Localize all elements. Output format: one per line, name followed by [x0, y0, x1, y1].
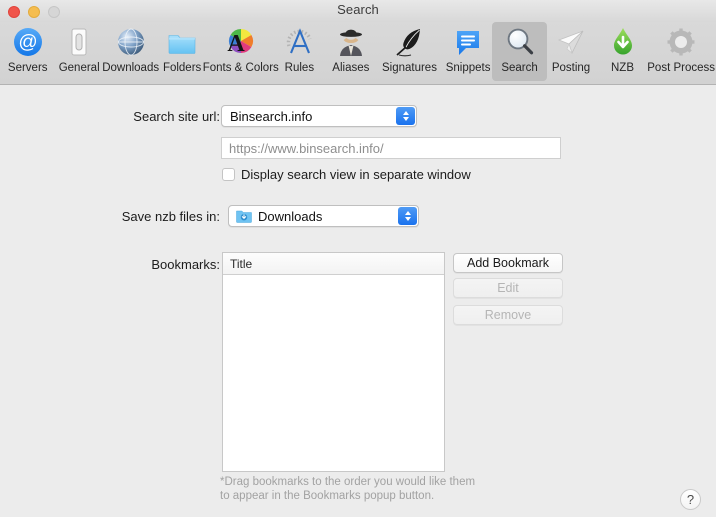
toolbar-item-label: Servers — [7, 62, 48, 74]
ruler-protractor-icon — [282, 25, 316, 59]
toolbar-item-signatures[interactable]: Signatures — [375, 22, 445, 81]
toolbar-item-nzb[interactable]: NZB — [595, 22, 650, 81]
font-color-wheel-icon: A — [224, 25, 258, 59]
search-url-input[interactable]: https://www.binsearch.info/ — [221, 137, 561, 159]
chevron-updown-icon — [396, 107, 415, 125]
add-bookmark-button[interactable]: Add Bookmark — [453, 253, 563, 273]
toolbar-item-label: Folders — [162, 62, 202, 74]
toolbar-item-general[interactable]: General — [51, 22, 106, 81]
preferences-toolbar: @ Servers General Downloads Folders A Fo… — [0, 22, 716, 85]
toolbar-item-label: NZB — [611, 62, 634, 74]
at-sign-icon: @ — [11, 25, 45, 59]
bookmarks-hint-text: *Drag bookmarks to the order you would l… — [220, 476, 476, 502]
toolbar-item-post-process[interactable]: Post Process — [646, 22, 716, 81]
paper-plane-icon — [554, 25, 588, 59]
save-nzb-folder-value: Downloads — [258, 208, 323, 224]
toolbar-item-fonts-colors[interactable]: A Fonts & Colors — [202, 22, 279, 81]
bookmarks-column-title: Title — [230, 256, 253, 271]
toolbar-item-label: Posting — [551, 62, 591, 74]
toolbar-item-label: General — [58, 62, 100, 74]
toolbar-item-label: Fonts & Colors — [202, 62, 279, 74]
toolbar-item-rules[interactable]: Rules — [272, 22, 327, 81]
title-bar: Search — [0, 0, 716, 22]
search-preferences-pane: Search site url: Binsearch.info https://… — [0, 85, 716, 517]
svg-text:@: @ — [18, 32, 37, 53]
remove-bookmark-button: Remove — [453, 305, 563, 325]
bookmarks-table-header: Title — [223, 253, 444, 275]
display-separate-window-label: Display search view in separate window — [241, 167, 471, 182]
save-nzb-folder-popup[interactable]: Downloads — [228, 205, 419, 227]
folder-icon — [165, 25, 199, 59]
toolbar-item-label: Aliases — [332, 62, 370, 74]
magnifying-glass-icon — [503, 25, 537, 59]
toolbar-item-label: Search — [501, 62, 538, 74]
search-site-url-popup[interactable]: Binsearch.info — [221, 105, 417, 127]
speech-bubble-icon — [451, 25, 485, 59]
svg-text:A: A — [227, 31, 245, 57]
toolbar-item-aliases[interactable]: Aliases — [323, 22, 378, 81]
toolbar-item-posting[interactable]: Posting — [543, 22, 598, 81]
toolbar-item-servers[interactable]: @ Servers — [0, 22, 55, 81]
toolbar-item-downloads[interactable]: Downloads — [102, 22, 160, 81]
toolbar-item-label: Downloads — [102, 62, 160, 74]
window-title: Search — [337, 2, 379, 17]
bookmarks-label: Bookmarks: — [151, 257, 220, 272]
bookmarks-table[interactable]: Title — [222, 252, 445, 472]
bookmarks-table-body[interactable] — [223, 275, 444, 471]
edit-bookmark-button: Edit — [453, 278, 563, 298]
toolbar-item-label: Snippets — [445, 62, 491, 74]
spy-person-icon — [334, 25, 368, 59]
toolbar-item-snippets[interactable]: Snippets — [440, 22, 495, 81]
save-nzb-files-label: Save nzb files in: — [121, 209, 220, 224]
preferences-window: Search @ Servers General Downloads Folde… — [0, 0, 716, 517]
gear-icon — [664, 25, 698, 59]
toolbar-item-label: Signatures — [381, 62, 437, 74]
search-site-url-label: Search site url: — [133, 109, 220, 124]
toolbar-item-search[interactable]: Search — [491, 22, 548, 81]
toolbar-item-folders[interactable]: Folders — [154, 22, 209, 81]
toolbar-item-label: Post Process — [647, 62, 715, 74]
chevron-updown-icon — [398, 207, 417, 225]
globe-icon — [114, 25, 148, 59]
quill-feather-icon — [392, 25, 426, 59]
toggle-switch-icon — [62, 25, 96, 59]
help-button[interactable]: ? — [680, 489, 701, 510]
display-separate-window-checkbox[interactable] — [222, 168, 235, 181]
display-separate-window-checkbox-row[interactable]: Display search view in separate window — [222, 167, 471, 182]
downloads-folder-icon — [236, 209, 252, 223]
green-download-drop-icon — [606, 25, 640, 59]
toolbar-item-label: Rules — [284, 62, 315, 74]
search-site-url-value: Binsearch.info — [230, 108, 313, 124]
